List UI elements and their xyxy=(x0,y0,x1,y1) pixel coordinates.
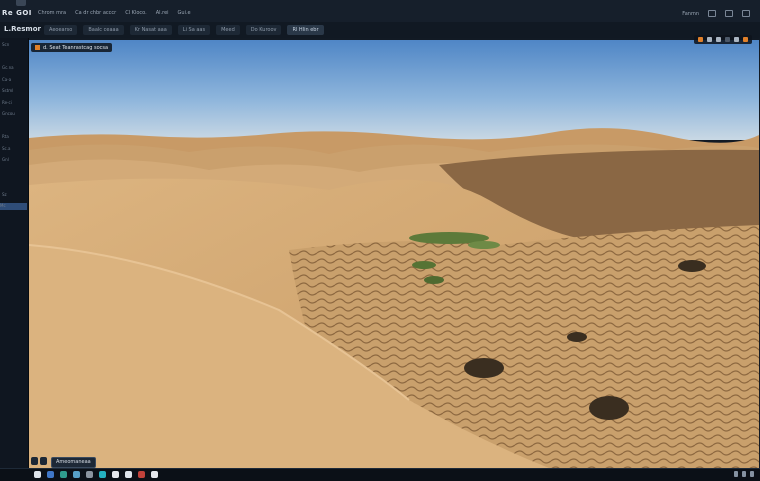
sidebar-item-2[interactable]: Gc.na xyxy=(2,65,24,71)
window-controls: Fanmn xyxy=(682,10,750,17)
tray-icon[interactable] xyxy=(734,471,738,477)
task-label[interactable]: Ameomaneaa xyxy=(51,457,96,468)
taskbar-app-icon[interactable] xyxy=(151,471,158,478)
viewer-nav xyxy=(31,457,47,465)
viewer-tool-icon[interactable] xyxy=(734,37,739,42)
sidebar-item-14[interactable]: Mc xyxy=(0,203,27,210)
tab-5[interactable]: Do Kuroov xyxy=(245,25,282,35)
account-label[interactable]: Fanmn xyxy=(682,11,699,17)
sidebar-item-10[interactable]: Gnl xyxy=(2,157,24,163)
taskbar xyxy=(0,468,760,481)
taskbar-app-icon[interactable] xyxy=(60,471,67,478)
prev-icon[interactable] xyxy=(31,457,38,465)
menu-bar: Chrom mra Ca dr chbr acccr Cl Kloco. Al.… xyxy=(38,10,191,16)
viewer-tool-icon[interactable] xyxy=(716,37,721,42)
taskbar-app-icon[interactable] xyxy=(86,471,93,478)
tab-strip: Aeoearso Baalc ceaaa Kr Nasat aaa Li Sa … xyxy=(44,25,324,35)
menu-item-1[interactable]: Ca dr chbr acccr xyxy=(75,10,116,16)
sidebar-item-8[interactable]: Rta xyxy=(2,134,24,140)
menu-item-0[interactable]: Chrom mra xyxy=(38,10,66,16)
desert-photo xyxy=(29,40,759,468)
sidebar-item-12[interactable] xyxy=(2,180,24,186)
tray-icon[interactable] xyxy=(742,471,746,477)
taskbar-app-icon[interactable] xyxy=(73,471,80,478)
sidebar-item-0[interactable]: Scn xyxy=(2,42,24,48)
tray-icon[interactable] xyxy=(750,471,754,477)
menu-item-3[interactable]: Al.rei xyxy=(156,10,169,16)
sidebar: Scn Gc.na Ca-a Sstml Re-ci Gncou Rta Sc.a Gnl Sz M… xyxy=(0,38,29,468)
sidebar-item-9[interactable]: Sc.a xyxy=(2,146,24,152)
taskbar-app-icon[interactable] xyxy=(112,471,119,478)
viewer-tool-icon[interactable] xyxy=(698,37,703,42)
viewer-tool-icon[interactable] xyxy=(725,37,730,42)
taskbar-app-icon[interactable] xyxy=(125,471,132,478)
taskbar-app-icon[interactable] xyxy=(138,471,145,478)
close-icon[interactable] xyxy=(742,10,750,17)
toolbar: L.Resmor Aeoearso Baalc ceaaa Kr Nasat a… xyxy=(0,22,760,38)
tab-2[interactable]: Kr Nasat aaa xyxy=(129,25,172,35)
breadcrumb-text[interactable]: d. Seat Teanrastcag socsa xyxy=(43,45,108,51)
image-viewer[interactable] xyxy=(29,40,759,468)
next-icon[interactable] xyxy=(40,457,47,465)
sidebar-item-7[interactable] xyxy=(2,123,24,129)
minimize-icon[interactable] xyxy=(708,10,716,17)
viewer-tool-icon[interactable] xyxy=(707,37,712,42)
viewer-toolbar xyxy=(694,35,752,44)
title-bar: Re GOI Chrom mra Ca dr chbr acccr Cl Klo… xyxy=(0,0,760,23)
tab-6[interactable]: Rl Hlin ebr xyxy=(287,25,324,35)
tab-4[interactable]: Meed xyxy=(216,25,240,35)
sidebar-item-6[interactable]: Gncou xyxy=(2,111,24,117)
toolbar-title: L.Resmor xyxy=(4,25,41,33)
home-icon[interactable] xyxy=(35,45,40,50)
taskbar-app-icon[interactable] xyxy=(47,471,54,478)
sidebar-item-13[interactable]: Sz xyxy=(2,192,24,198)
system-tray xyxy=(734,471,754,477)
sidebar-item-4[interactable]: Sstml xyxy=(2,88,24,94)
app-title: Re GOI xyxy=(2,9,32,17)
viewer-tool-icon[interactable] xyxy=(743,37,748,42)
taskbar-app-icon[interactable] xyxy=(34,471,41,478)
app-icon xyxy=(16,0,26,6)
tab-1[interactable]: Baalc ceaaa xyxy=(83,25,124,35)
maximize-icon[interactable] xyxy=(725,10,733,17)
sidebar-item-5[interactable]: Re-ci xyxy=(2,100,24,106)
menu-item-2[interactable]: Cl Kloco. xyxy=(125,10,147,16)
sidebar-item-3[interactable]: Ca-a xyxy=(2,77,24,83)
breadcrumb: d. Seat Teanrastcag socsa xyxy=(31,43,113,52)
tab-3[interactable]: Li Sa aas xyxy=(177,25,211,35)
sidebar-item-1[interactable] xyxy=(2,54,24,60)
taskbar-app-icon[interactable] xyxy=(99,471,106,478)
sidebar-item-11[interactable] xyxy=(2,169,24,175)
tab-0[interactable]: Aeoearso xyxy=(44,25,78,35)
taskbar-icons xyxy=(34,471,158,478)
menu-item-4[interactable]: Gui.e xyxy=(178,10,191,16)
